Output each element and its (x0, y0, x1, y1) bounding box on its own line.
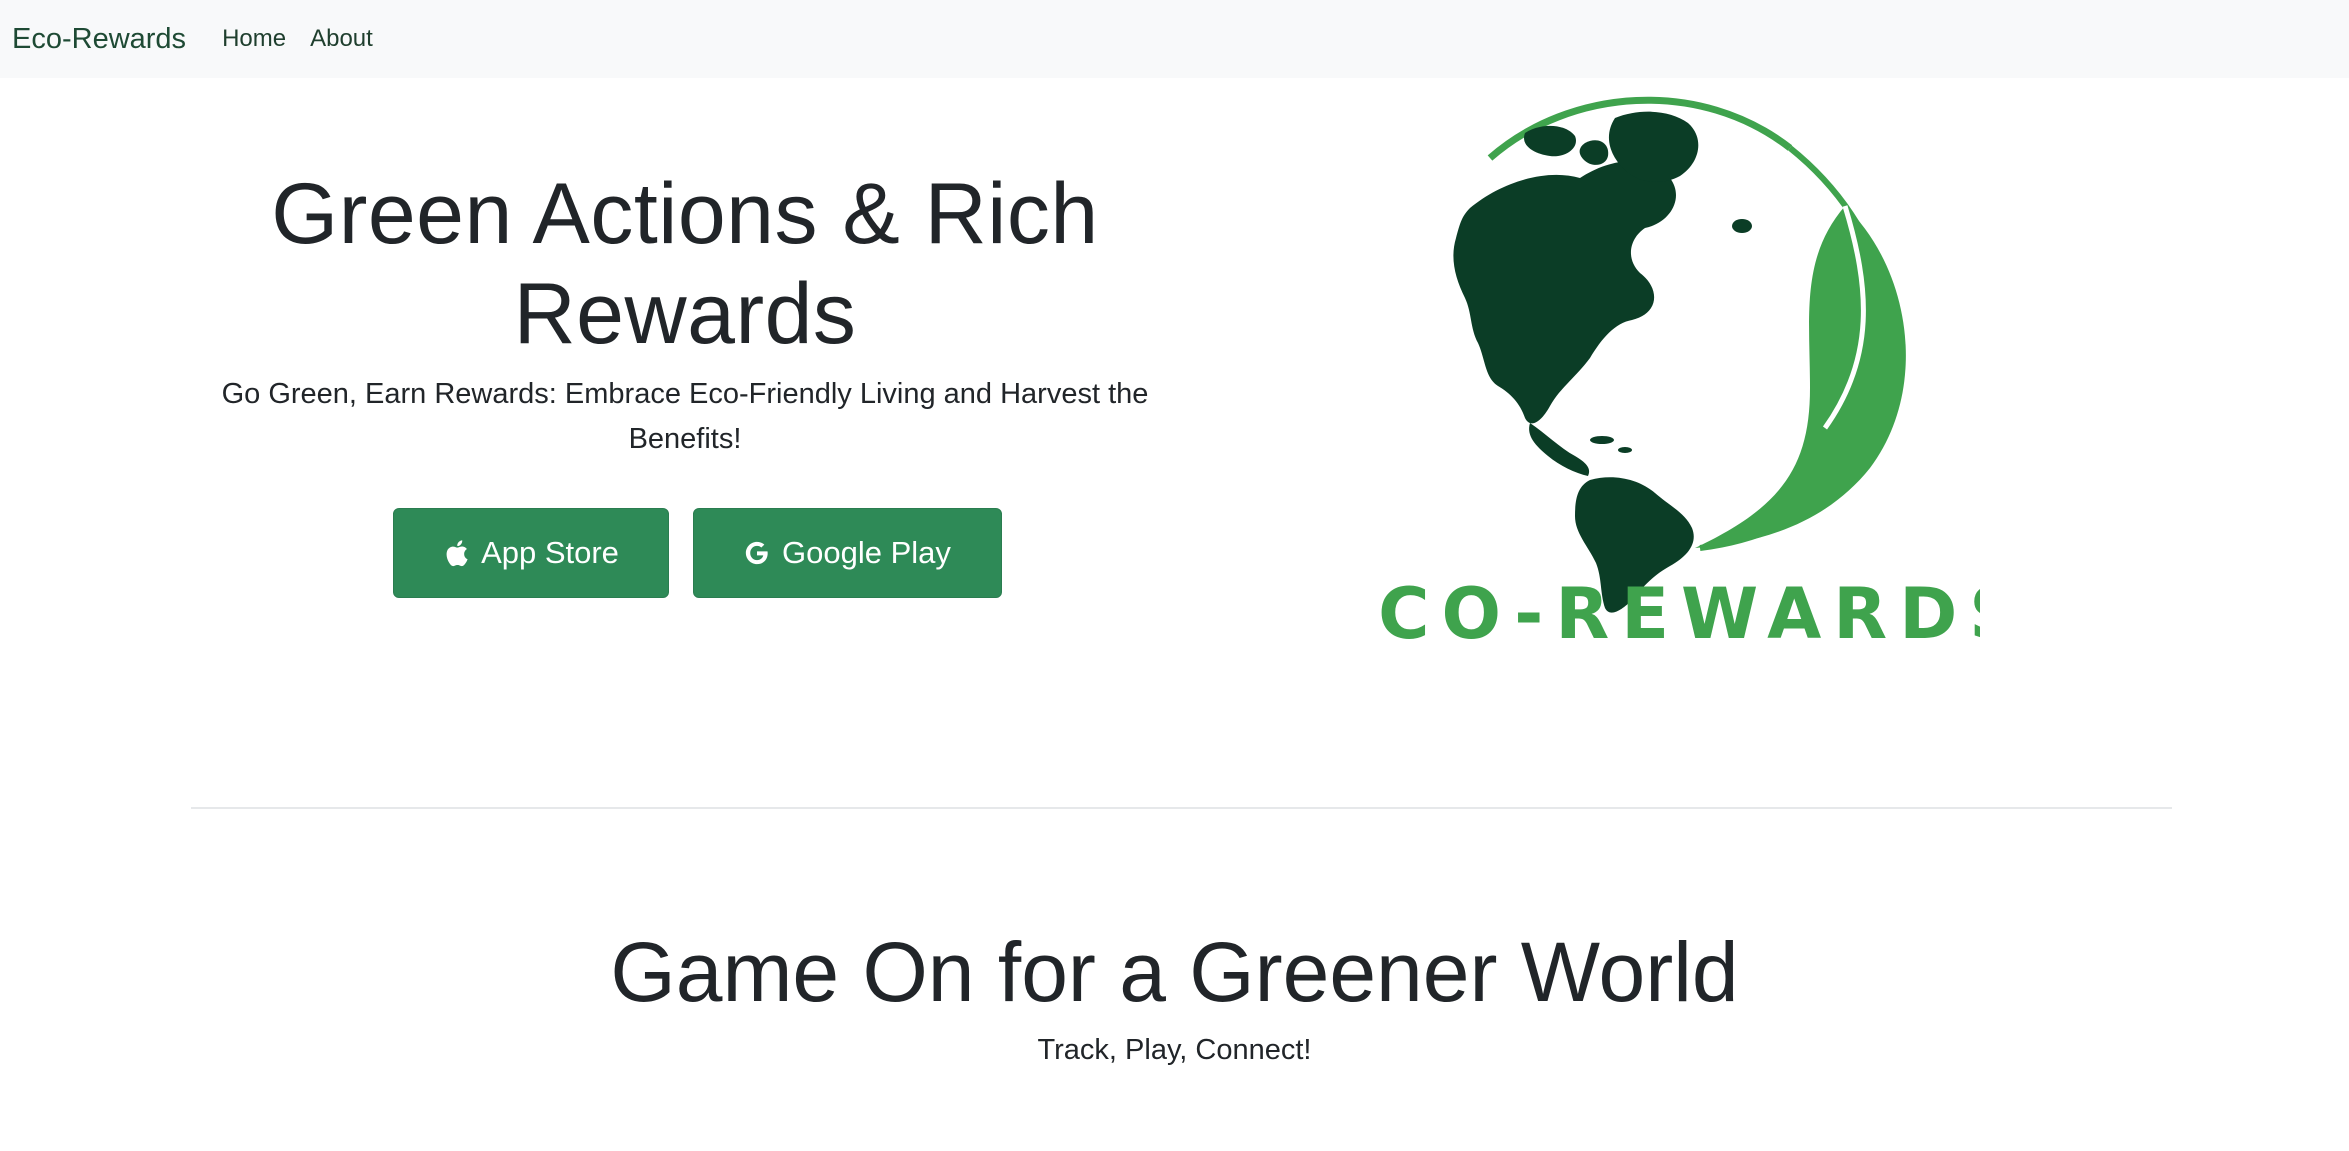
nav-link-about[interactable]: About (310, 25, 373, 53)
eco-rewards-logo: ECO-REWARDS (1318, 88, 2020, 655)
globe-with-leaf-icon: ECO-REWARDS (1318, 96, 2020, 655)
logo-text: ECO-REWARDS (1370, 573, 1980, 648)
section-title: Game On for a Greener World (610, 925, 1739, 1019)
hero-title: Green Actions & Rich Rewards (271, 166, 1099, 362)
brand-link[interactable]: Eco-Rewards (12, 23, 186, 56)
hero-subtitle: Go Green, Earn Rewards: Embrace Eco-Frie… (221, 378, 1149, 455)
apple-icon (446, 540, 468, 567)
section-divider (191, 807, 2172, 809)
google-icon (745, 541, 768, 565)
nav-link-home[interactable]: Home (222, 25, 286, 53)
navbar: Eco-Rewards Home About (0, 0, 2349, 78)
hero-section: Green Actions & Rich Rewards Go Green, E… (190, 78, 1180, 698)
app-store-label: App Store (481, 535, 619, 570)
google-play-label: Google Play (782, 535, 951, 570)
google-play-button[interactable]: Google Play (693, 508, 1002, 598)
app-store-button[interactable]: App Store (393, 508, 669, 598)
section-subtitle: Track, Play, Connect! (1037, 1034, 1312, 1066)
